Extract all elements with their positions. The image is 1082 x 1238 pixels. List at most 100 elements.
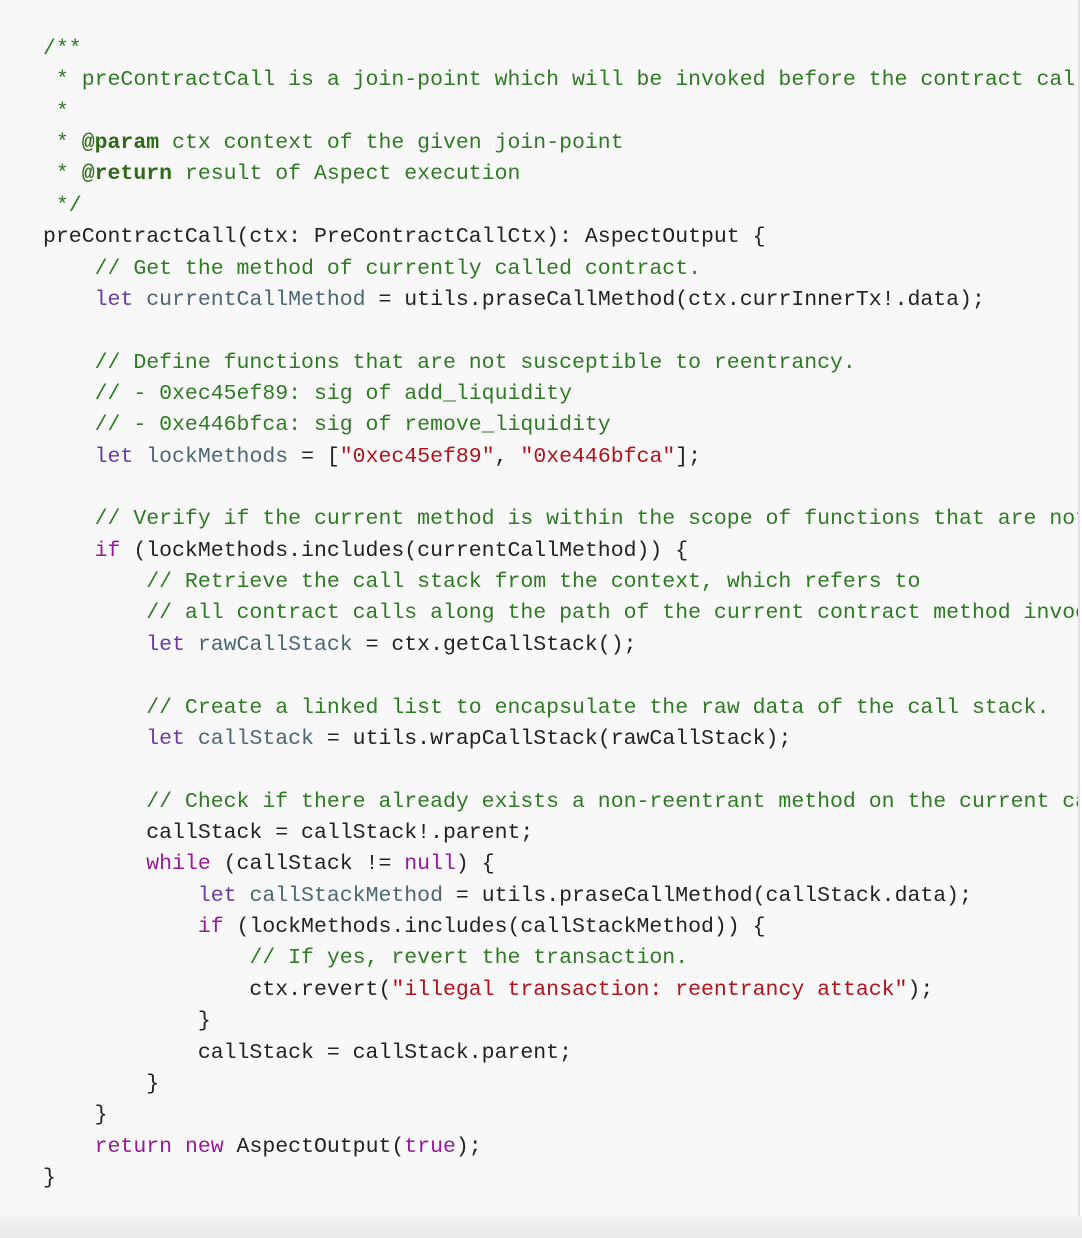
code-token-plain: }: [43, 1165, 56, 1190]
code-token-plain: }: [43, 1103, 108, 1128]
code-line: // - 0xe446bfca: sig of remove_liquidity: [43, 410, 1078, 441]
code-line: // Create a linked list to encapsulate t…: [43, 693, 1078, 724]
code-token-string: "0xe446bfca": [520, 444, 676, 469]
code-token-def: rawCallStack: [197, 632, 353, 657]
code-token-kw2: true: [404, 1134, 456, 1159]
code-line: let rawCallStack = ctx.getCallStack();: [43, 630, 1078, 661]
code-line: while (callStack != null) {: [43, 849, 1078, 880]
code-token-plain: }: [43, 1071, 160, 1096]
code-token-def: callStackMethod: [249, 883, 443, 908]
code-content: /** * preContractCall is a join-point wh…: [43, 34, 1080, 1194]
code-token-kw2: if: [94, 538, 121, 563]
code-line: let callStackMethod = utils.praseCallMet…: [43, 881, 1078, 912]
code-token-def: callStack: [197, 726, 314, 751]
code-token-comment: *: [43, 162, 82, 187]
code-token-comment: // Get the method of currently called co…: [94, 256, 702, 281]
code-token-plain: ];: [675, 444, 702, 469]
code-token-doctag: @param: [81, 131, 160, 156]
code-token-plain: ctx.revert(: [43, 977, 392, 1002]
code-token-comment: // Check if there already exists a non-r…: [146, 789, 1078, 814]
code-token-string: "0xec45ef89": [339, 444, 495, 469]
code-line: if (lockMethods.includes(callStackMethod…: [43, 912, 1078, 943]
code-token-comment: // If yes, revert the transaction.: [249, 946, 689, 971]
code-token-plain: = utils.praseCallMethod(callStack.data);: [443, 883, 972, 908]
code-token-comment: // Define functions that are not suscept…: [94, 350, 856, 375]
code-token-plain: = ctx.getCallStack();: [352, 632, 637, 657]
code-token-kw2: new: [184, 1134, 224, 1159]
code-line: * @return result of Aspect execution: [43, 159, 1078, 190]
code-token-keyword: let: [197, 883, 237, 908]
code-token-comment: *: [43, 131, 82, 156]
code-block: /** * preContractCall is a join-point wh…: [0, 0, 1080, 1216]
code-token-plain: = utils.praseCallMethod(ctx.currInnerTx!…: [365, 287, 985, 312]
code-token-plain: = utils.wrapCallStack(rawCallStack);: [313, 726, 792, 751]
code-token-plain: AspectOutput(: [223, 1134, 405, 1159]
code-token-kw2: return: [94, 1134, 173, 1159]
code-line: if (lockMethods.includes(currentCallMeth…: [43, 536, 1078, 567]
code-token-comment: // Verify if the current method is withi…: [94, 507, 1078, 532]
code-token-comment: // Create a linked list to encapsulate t…: [146, 695, 1050, 720]
code-token-comment: *: [43, 99, 69, 124]
code-token-kw2: null: [404, 852, 456, 877]
code-line: return new AspectOutput(true);: [43, 1132, 1078, 1163]
code-token-comment: // - 0xe446bfca: sig of remove_liquidity: [94, 413, 611, 438]
code-token-plain: ) {: [455, 852, 495, 877]
code-token-keyword: let: [146, 726, 185, 751]
code-line: }: [43, 1163, 1078, 1194]
code-line: }: [43, 1069, 1078, 1100]
code-line: preContractCall(ctx: PreContractCallCtx)…: [43, 222, 1078, 253]
code-token-plain: callStack = callStack!.parent;: [43, 820, 534, 845]
code-token-plain: ,: [494, 444, 521, 469]
code-token-def: lockMethods: [146, 444, 289, 469]
code-line: * @param ctx context of the given join-p…: [43, 128, 1078, 159]
code-line: * preContractCall is a join-point which …: [43, 65, 1080, 96]
horizontal-scrollbar[interactable]: [0, 1216, 1082, 1238]
code-line: let currentCallMethod = utils.praseCallM…: [43, 285, 1078, 316]
code-token-comment: */: [43, 193, 82, 218]
code-token-keyword: let: [94, 287, 134, 312]
code-line: }: [43, 1100, 1078, 1131]
code-token-plain: = [: [288, 444, 340, 469]
code-line: // Verify if the current method is withi…: [43, 504, 1078, 535]
code-token-comment: // all contract calls along the path of …: [146, 601, 1080, 626]
code-line: ctx.revert("illegal transaction: reentra…: [43, 975, 1078, 1006]
code-line: // Retrieve the call stack from the cont…: [43, 567, 1078, 598]
code-token-comment: // Retrieve the call stack from the cont…: [146, 570, 921, 595]
code-line: /**: [43, 34, 1078, 65]
code-token-def: currentCallMethod: [146, 287, 366, 312]
code-token-plain: callStack = callStack.parent;: [43, 1040, 572, 1065]
code-token-comment: * preContractCall is a join-point which …: [43, 68, 1080, 93]
code-token-kw2: if: [197, 915, 224, 940]
code-line: // all contract calls along the path of …: [43, 598, 1080, 629]
code-token-plain: );: [907, 977, 934, 1002]
code-line: let callStack = utils.wrapCallStack(rawC…: [43, 724, 1078, 755]
code-token-comment: result of Aspect execution: [172, 162, 521, 187]
code-token-comment: ctx context of the given join-point: [159, 131, 624, 156]
code-token-plain: (lockMethods.includes(callStackMethod)) …: [223, 915, 766, 940]
code-line: *: [43, 97, 1078, 128]
